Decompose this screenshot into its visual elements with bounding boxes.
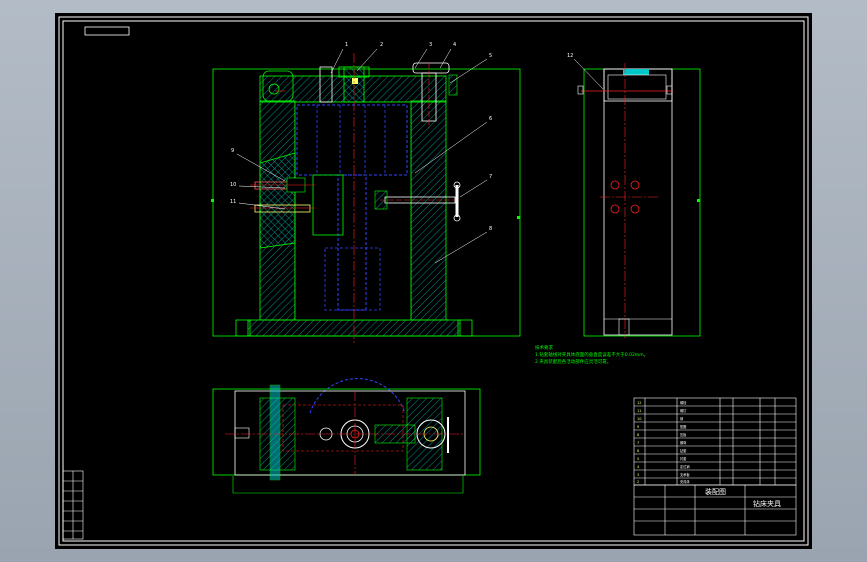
- drawing-title: 钻床夹具: [753, 500, 781, 508]
- svg-text:3: 3: [637, 473, 639, 477]
- svg-text:6: 6: [637, 449, 639, 453]
- svg-text:5: 5: [637, 457, 639, 461]
- svg-text:压板: 压板: [680, 432, 687, 437]
- bolt-hole-3: [610, 204, 620, 214]
- svg-text:钻套: 钻套: [680, 448, 687, 453]
- svg-text:螺母: 螺母: [680, 440, 686, 445]
- parts-list-text: 12 11 10 9 8 7 6 5 4 3 2: [637, 401, 641, 484]
- revision-table: [62, 470, 84, 540]
- inner-cavity: [294, 101, 412, 321]
- svg-text:螺钉: 螺钉: [680, 408, 687, 413]
- svg-text:12: 12: [637, 401, 641, 405]
- parts-list-frame: [633, 397, 797, 486]
- svg-text:螺栓: 螺栓: [680, 400, 687, 405]
- callout-6: 6: [489, 116, 493, 122]
- top-bracket: [269, 384, 281, 481]
- callout-5: 5: [489, 53, 493, 59]
- tech-note-2: 2.夹具装配后各活动部件应灵活可靠。: [535, 360, 612, 365]
- svg-text:支承板: 支承板: [680, 472, 690, 477]
- bolt-hole-1: [610, 180, 620, 190]
- top-knob: [412, 62, 450, 74]
- svg-text:垫圈: 垫圈: [680, 424, 686, 429]
- callout-7: 7: [489, 174, 493, 180]
- side-body: [603, 68, 673, 336]
- svg-text:10: 10: [637, 417, 641, 421]
- cad-viewport[interactable]: 12 11 10 987 654 32 螺栓 螺钉销 垫圈 压板 螺母 钻套 衬套 定位销 支…: [55, 13, 812, 549]
- svg-text:4: 4: [637, 465, 640, 469]
- svg-text:7: 7: [637, 441, 639, 445]
- dimension-line-bottom: [232, 476, 464, 494]
- side-view: [573, 58, 701, 338]
- callout-4: 4: [453, 42, 457, 48]
- tech-note-1: 1.钻套轴线对夹具体底面的垂直度误差不大于0.02mm。: [535, 353, 649, 358]
- part-label: 装配图: [705, 488, 726, 496]
- mechanical-drawing: 121110 987 654 32 螺栓螺钉销 垫圈压板螺母 钻套衬套定位销 支…: [58, 16, 809, 546]
- front-view: [211, 48, 521, 343]
- svg-text:定位销: 定位销: [680, 464, 690, 469]
- top-view: [212, 378, 481, 494]
- left-wedge-section: [259, 152, 296, 249]
- tech-notes-heading: 技术要求: [535, 346, 553, 351]
- svg-text:销: 销: [680, 416, 684, 421]
- callout-2: 2: [380, 42, 384, 48]
- svg-text:衬套: 衬套: [680, 456, 687, 461]
- side-view-envelope: [583, 68, 701, 337]
- svg-text:11: 11: [637, 409, 641, 413]
- callout-9: 9: [231, 148, 235, 154]
- svg-text:9: 9: [637, 425, 639, 429]
- svg-text:2: 2: [637, 480, 639, 484]
- bolt-hole-2: [630, 180, 640, 190]
- top-view-arc: [309, 378, 406, 414]
- callout-12: 12: [567, 53, 574, 59]
- callout-3: 3: [429, 42, 433, 48]
- callout-8: 8: [489, 226, 493, 232]
- svg-text:夹具体: 夹具体: [680, 479, 690, 484]
- parts-list-names: 螺栓螺钉销 垫圈压板螺母 钻套衬套定位销 支承板夹具体: [680, 400, 690, 484]
- callout-10: 10: [230, 182, 237, 188]
- right-column: [410, 100, 447, 321]
- svg-text:8: 8: [637, 433, 639, 437]
- drawing-number-box: [84, 26, 130, 36]
- title-block: [633, 397, 797, 536]
- callout-11: 11: [230, 199, 237, 205]
- callout-1: 1: [345, 42, 349, 48]
- bolt-hole-4: [630, 204, 640, 214]
